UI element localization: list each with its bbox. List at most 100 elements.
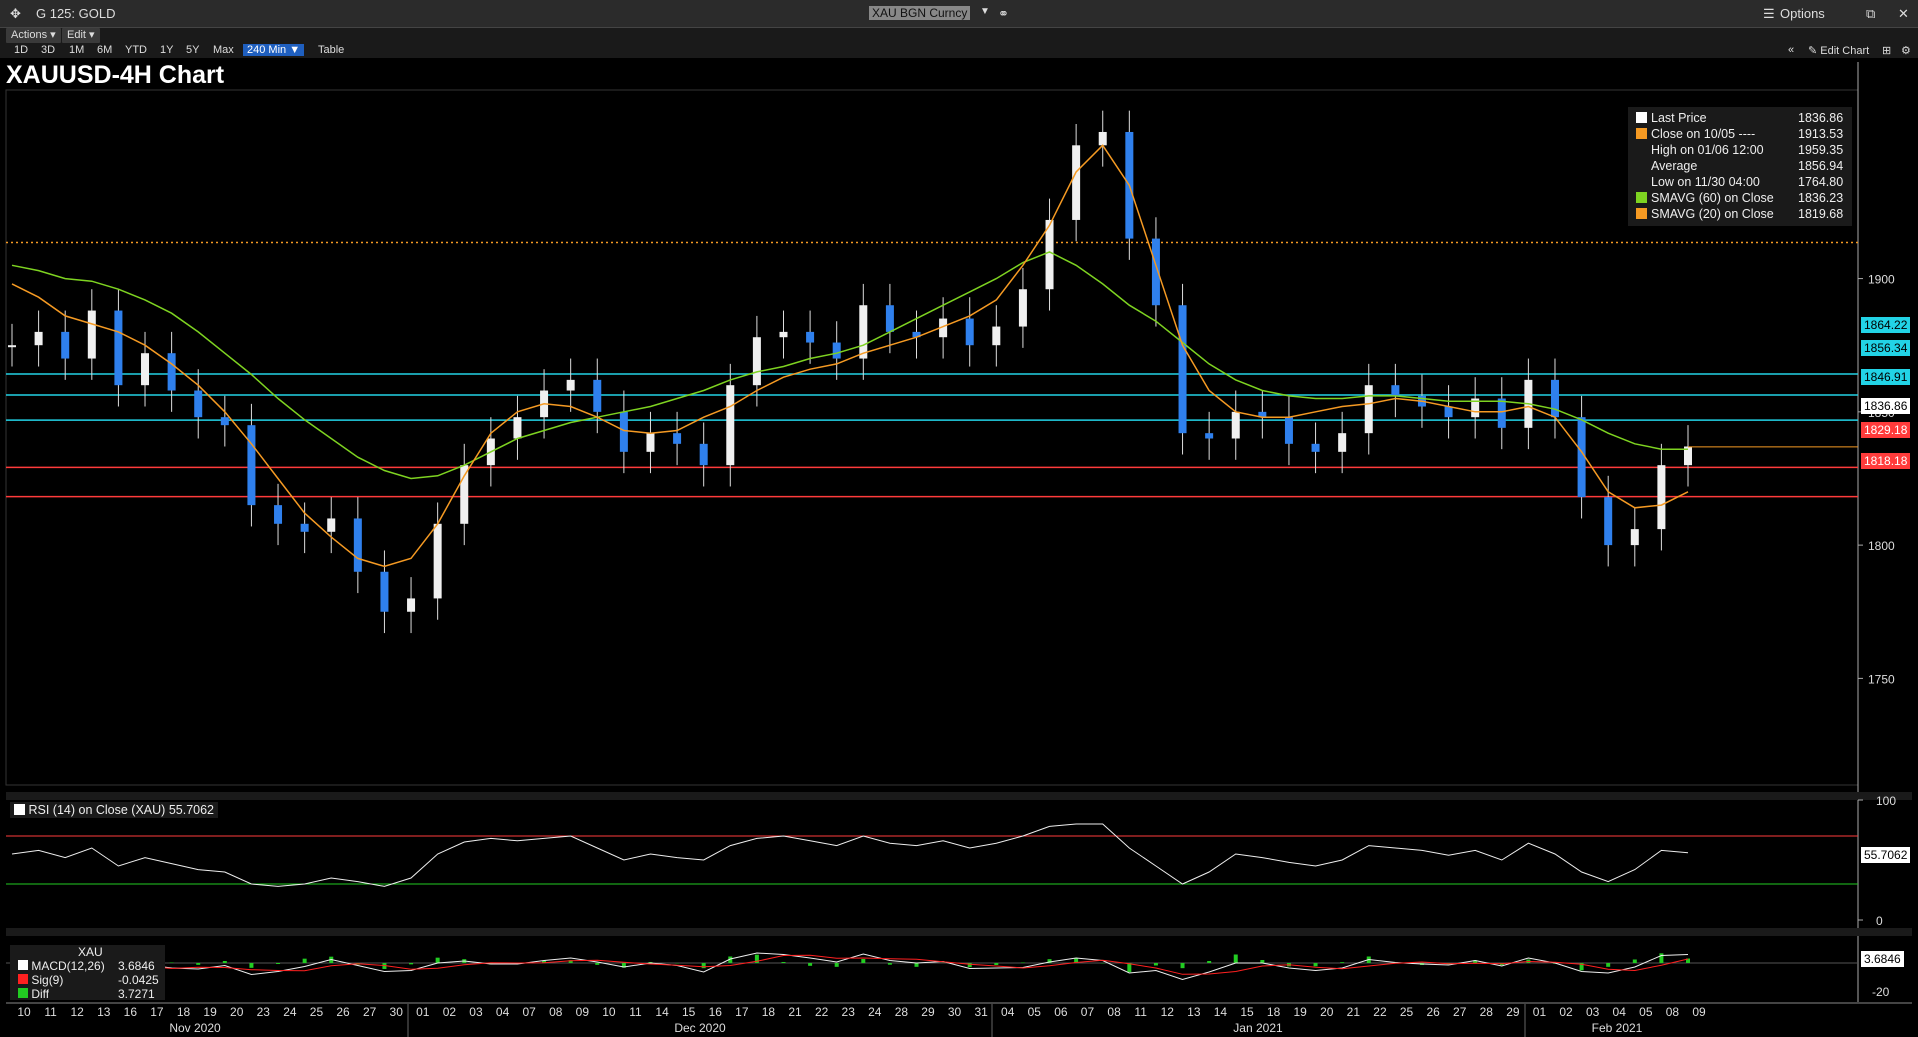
candle-body	[460, 465, 469, 524]
candle-body	[300, 523, 309, 532]
legend-label: SMAVG (60) on Close	[1651, 191, 1774, 205]
legend-value: 1959.35	[1798, 143, 1844, 157]
macd-histogram-bar	[1659, 953, 1664, 963]
macd-label: MACD(12,26)	[31, 959, 105, 973]
x-tick-label: 18	[177, 1005, 191, 1019]
x-tick-label: 09	[576, 1005, 590, 1019]
sma20-line	[11, 144, 1689, 568]
macd-histogram-bar	[1207, 961, 1212, 963]
rsi-value-label: 55.7062	[1861, 847, 1911, 863]
legend-value: 1764.80	[1798, 175, 1844, 189]
x-tick-label: 24	[283, 1005, 297, 1019]
legend-value: 1913.53	[1798, 127, 1844, 141]
macd-histogram-bar	[1313, 963, 1318, 967]
candle-body	[1338, 433, 1347, 452]
candle-body	[965, 318, 974, 346]
x-tick-label: 23	[257, 1005, 271, 1019]
y-tick-label: -20	[1872, 985, 1890, 999]
price-label-1829: 1829.18	[1861, 422, 1911, 438]
candle-body	[407, 598, 416, 612]
x-tick-label: 09	[1692, 1005, 1706, 1019]
panel-divider	[6, 792, 1912, 800]
swatch-icon	[18, 974, 28, 984]
x-tick-label: 08	[1666, 1005, 1680, 1019]
legend-label: SMAVG (20) on Close	[1651, 207, 1774, 221]
candle-body	[1657, 465, 1666, 530]
macd-histogram-bar	[249, 963, 254, 968]
macd-histogram-bar	[409, 963, 414, 965]
x-tick-label: 03	[469, 1005, 483, 1019]
candle-body	[673, 433, 682, 444]
macd-histogram-bar	[1180, 963, 1185, 969]
x-tick-label: 30	[390, 1005, 404, 1019]
candle-body	[1497, 398, 1506, 428]
macd-row: Sig(9)	[18, 973, 63, 987]
macd-histogram-bar	[1153, 963, 1158, 966]
x-tick-label: 29	[921, 1005, 935, 1019]
legend-value: 1836.86	[1798, 111, 1844, 125]
macd-line	[11, 952, 1689, 981]
candle-body	[1178, 305, 1187, 434]
x-tick-label: 31	[974, 1005, 988, 1019]
candle-body	[1604, 497, 1613, 546]
macd-histogram-bar	[1233, 954, 1238, 963]
swatch-icon	[1636, 128, 1647, 139]
macd-histogram-bar	[887, 963, 892, 965]
x-tick-label: 28	[1480, 1005, 1494, 1019]
candle-body	[1444, 406, 1453, 418]
legend-label: Close on 10/05 ----	[1651, 127, 1756, 141]
candle-body	[433, 523, 442, 599]
swatch-icon	[14, 804, 25, 815]
x-tick-label: 18	[1267, 1005, 1281, 1019]
x-tick-label: 21	[1347, 1005, 1361, 1019]
x-month-label: Nov 2020	[169, 1021, 221, 1035]
candle-body	[1284, 417, 1293, 444]
y-tick-label: 100	[1876, 794, 1896, 808]
macd-legend: XAU MACD(12,26) Sig(9) Diff 3.6846 -0.04…	[10, 945, 165, 1000]
candle-body	[353, 518, 362, 572]
x-tick-label: 05	[1639, 1005, 1653, 1019]
macd-histogram-bar	[1606, 963, 1611, 967]
x-tick-label: 14	[655, 1005, 669, 1019]
candle-body	[1072, 145, 1081, 220]
candle-body	[806, 331, 815, 343]
x-tick-label: 03	[1586, 1005, 1600, 1019]
macd-histogram-bar	[169, 962, 174, 963]
macd-histogram-bar	[1340, 962, 1345, 963]
macd-histogram-bar	[196, 963, 201, 965]
panel-divider	[6, 928, 1912, 936]
macd-value: 3.7271	[118, 987, 155, 999]
x-tick-label: 14	[1214, 1005, 1228, 1019]
candle-body	[247, 425, 256, 506]
candle-body	[593, 379, 602, 412]
legend-sma20: SMAVG (20) on Close	[1636, 207, 1774, 223]
candle-body	[34, 331, 43, 346]
macd-histogram-bar	[808, 963, 813, 966]
x-tick-label: 12	[70, 1005, 84, 1019]
x-tick-label: 17	[735, 1005, 749, 1019]
macd-label: Diff	[31, 987, 50, 999]
macd-header: XAU	[78, 945, 103, 959]
legend-close: Close on 10/05 ----	[1636, 127, 1755, 143]
candle-body	[114, 310, 123, 386]
y-tick-label: 0	[1876, 914, 1883, 928]
legend-label: Average	[1651, 159, 1698, 173]
x-tick-label: 16	[124, 1005, 138, 1019]
x-tick-label: 22	[1373, 1005, 1387, 1019]
candle-body	[566, 379, 575, 391]
candle-body	[274, 505, 283, 524]
swatch-icon	[18, 988, 28, 998]
x-tick-label: 04	[1001, 1005, 1015, 1019]
swatch-icon	[1636, 112, 1647, 123]
legend-value: 1856.94	[1798, 159, 1844, 173]
x-tick-label: 11	[629, 1005, 642, 1019]
x-tick-label: 01	[416, 1005, 430, 1019]
candle-body	[141, 353, 150, 386]
x-tick-label: 23	[842, 1005, 856, 1019]
legend-high: High on 01/06 12:00	[1636, 143, 1764, 159]
candle-body	[380, 571, 389, 612]
x-tick-label: 05	[1028, 1005, 1042, 1019]
macd-histogram-bar	[967, 963, 972, 968]
candle-body	[1231, 411, 1240, 439]
candle-body	[327, 518, 336, 532]
